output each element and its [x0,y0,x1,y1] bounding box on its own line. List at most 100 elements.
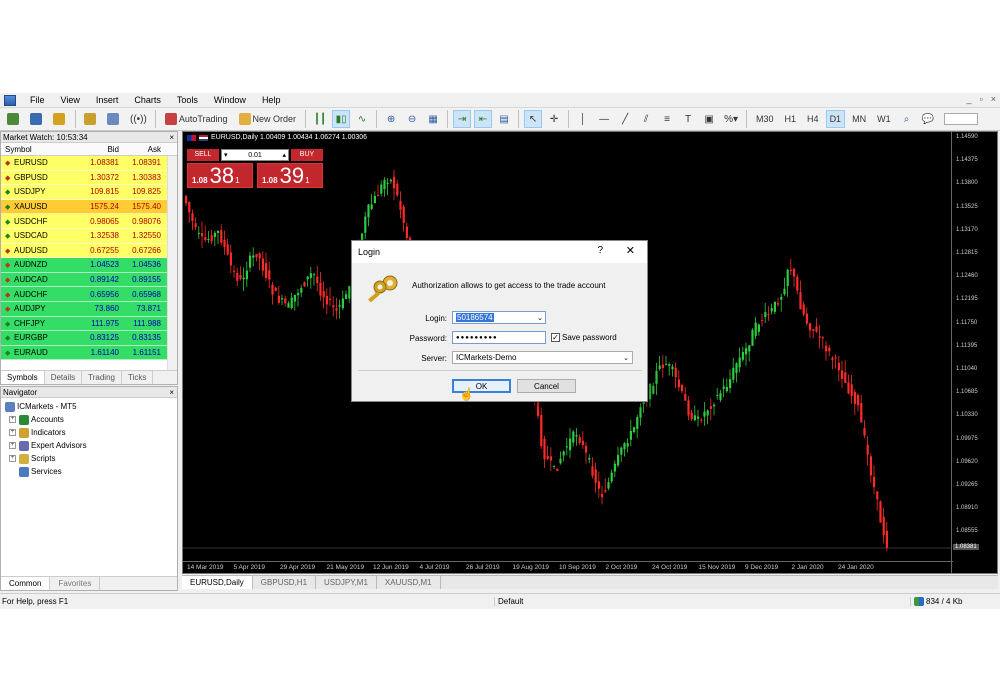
restore-button[interactable]: ▫ [980,94,983,104]
table-row[interactable]: ◆ CHFJPY 111.975 111.988 [1,316,177,332]
table-row[interactable]: ◆ EURAUD 1.61140 1.61151 [1,345,177,361]
expand-icon[interactable]: + [9,455,16,462]
crosshair-icon[interactable]: ✛ [545,110,563,128]
buy-price[interactable]: 1.08 39 1 [257,163,323,188]
help-icon[interactable]: ? [597,245,603,256]
price-axis[interactable]: 1.14590 1.14375 1.13800 1.13525 1.13170 1.128… [951,132,997,573]
scrollbar[interactable] [167,156,177,372]
navigator-item-services[interactable]: Services [5,465,177,478]
server-select[interactable]: ICMarkets-Demo ⌄ [452,351,633,364]
navigator-icon[interactable] [104,110,124,128]
close-icon[interactable]: × [169,388,177,397]
trendline-icon[interactable]: ╱ [616,110,634,128]
navigator-item-accounts[interactable]: + Accounts [5,413,177,426]
table-row[interactable]: ◆ AUDUSD 0.67255 0.67266 [1,243,177,259]
navigator-root[interactable]: ICMarkets - MT5 [5,400,177,413]
chat-icon[interactable]: 💬 [919,110,937,128]
login-field[interactable]: 50186574 ⌄ [452,311,546,324]
chart-shift-icon[interactable]: ⇤ [474,110,493,128]
menu-help[interactable]: Help [254,95,289,105]
tile-windows-icon[interactable]: ▦ [424,110,442,128]
indicators-icon[interactable]: ▤ [495,110,513,128]
tab-trading[interactable]: Trading [82,371,122,384]
close-icon[interactable]: ✕ [626,244,635,257]
tab-chart-usdjpy[interactable]: USDJPY,M1 [316,576,377,589]
timeframe-w1[interactable]: W1 [873,110,895,128]
new-chart-icon[interactable] [4,110,24,128]
bar-chart-icon[interactable]: ┃┃ [311,110,329,128]
tab-common[interactable]: Common [1,577,51,590]
date-axis[interactable]: 14 Mar 2019 5 Apr 2019 29 Apr 2019 21 May 2… [183,561,953,573]
header-ask[interactable]: Ask [123,145,165,154]
table-row[interactable]: ◆ XAUUSD 1575.24 1575.40 [1,199,177,215]
minimize-button[interactable]: _ [967,94,972,104]
tab-chart-eurusd[interactable]: EURUSD,Daily [182,576,253,589]
zoom-out-icon[interactable]: ⊖ [403,110,421,128]
new-order-button[interactable]: New Order [235,110,301,128]
tab-ticks[interactable]: Ticks [122,371,154,384]
horizontal-line-icon[interactable]: — [595,110,613,128]
zoom-in-icon[interactable]: ⊕ [382,110,400,128]
close-icon[interactable]: × [169,133,177,142]
sell-price[interactable]: 1.08 38 1 [187,163,253,188]
save-password-checkbox[interactable]: ✓ Save password [551,333,617,342]
buy-button[interactable]: BUY [291,149,323,161]
menu-view[interactable]: View [53,95,88,105]
auto-scroll-icon[interactable]: ⇥ [453,110,472,128]
label-icon[interactable]: ▣ [700,110,718,128]
expand-icon[interactable]: + [9,442,16,449]
tab-chart-gbpusd[interactable]: GBPUSD,H1 [253,576,317,589]
vertical-line-icon[interactable]: │ [574,110,592,128]
menu-insert[interactable]: Insert [88,95,127,105]
shapes-icon[interactable]: %▾ [721,110,741,128]
tab-symbols[interactable]: Symbols [1,371,45,384]
timeframe-h1[interactable]: H1 [781,110,801,128]
table-row[interactable]: ◆ AUDCAD 0.89142 0.89155 [1,272,177,288]
table-row[interactable]: ◆ EURUSD 1.08381 1.08391 [1,156,177,171]
password-field[interactable]: ●●●●●●●●● [452,331,546,344]
menu-charts[interactable]: Charts [126,95,169,105]
cancel-button[interactable]: Cancel [517,379,576,393]
tab-chart-xauusd[interactable]: XAUUSD,M1 [377,576,441,589]
table-row[interactable]: ◆ USDCHF 0.98065 0.98076 [1,214,177,229]
header-bid[interactable]: Bid [83,145,123,154]
close-button[interactable]: × [991,94,996,104]
volume-up-icon[interactable]: ▴ [282,151,286,159]
menu-window[interactable]: Window [206,95,254,105]
table-row[interactable]: ◆ USDCAD 1.32538 1.32550 [1,228,177,244]
navigator-item-expert-advisors[interactable]: + Expert Advisors [5,439,177,452]
timeframe-m30[interactable]: M30 [752,110,778,128]
text-icon[interactable]: T [679,110,697,128]
navigator-item-scripts[interactable]: + Scripts [5,452,177,465]
search-icon[interactable]: ⌕ [898,110,916,128]
table-row[interactable]: ◆ AUDCHF 0.65956 0.65968 [1,287,177,302]
chevron-down-icon[interactable]: ⌄ [623,354,629,362]
timeframe-h4[interactable]: H4 [803,110,823,128]
table-row[interactable]: ◆ AUDJPY 73.860 73.871 [1,301,177,317]
expand-icon[interactable]: + [9,429,16,436]
expand-icon[interactable]: + [9,416,16,423]
timeframe-d1[interactable]: D1 [825,110,846,128]
volume-field[interactable]: ▾ 0.01 ▴ [221,149,289,161]
navigator-item-indicators[interactable]: + Indicators [5,426,177,439]
chevron-down-icon[interactable]: ⌄ [537,314,543,322]
cursor-icon[interactable]: ↖ [524,110,543,128]
signals-icon[interactable]: ((•)) [127,110,150,128]
volume-down-icon[interactable]: ▾ [224,151,228,159]
tab-favorites[interactable]: Favorites [50,577,101,590]
table-row[interactable]: ◆ GBPUSD 1.30372 1.30383 [1,170,177,186]
fibonacci-icon[interactable]: ≡ [658,110,676,128]
checkbox-checked-icon[interactable]: ✓ [551,333,560,342]
data-window-icon[interactable] [81,110,101,128]
timeframe-mn[interactable]: MN [848,110,870,128]
candlestick-icon[interactable]: ▮▯ [332,110,351,128]
sell-button[interactable]: SELL [187,149,219,161]
table-row[interactable]: ◆ EURGBP 0.83125 0.83135 [1,331,177,346]
header-symbol[interactable]: Symbol [1,145,83,154]
search-box[interactable] [944,113,979,125]
autotrading-button[interactable]: AutoTrading [161,110,232,128]
tab-details[interactable]: Details [45,371,83,384]
table-row[interactable]: ◆ AUDNZD 1.04523 1.04536 [1,258,177,273]
menu-file[interactable]: File [22,95,53,105]
menu-tools[interactable]: Tools [169,95,206,105]
